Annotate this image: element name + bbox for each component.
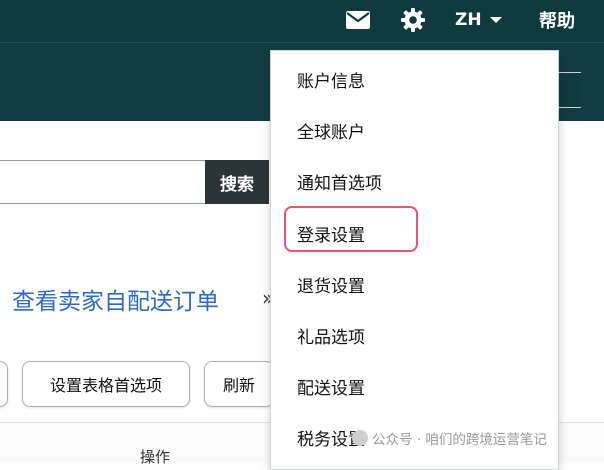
help-link[interactable]: 帮助 xyxy=(532,8,582,32)
menu-item-shipping-settings[interactable]: 配送设置 xyxy=(297,374,365,399)
chevron-down-icon xyxy=(489,17,502,23)
settings-dropdown-menu: 账户信息 全球账户 通知首选项 登录设置 退货设置 礼品选项 配送设置 税务设置 xyxy=(270,50,559,470)
top-nav-bar xyxy=(0,0,604,42)
table-preferences-button[interactable]: 设置表格首选项 xyxy=(22,361,190,407)
column-header-action: 操作 xyxy=(140,448,171,466)
language-label: ZH xyxy=(455,10,482,30)
page-title[interactable]: 查看卖家自配送订单 xyxy=(12,282,219,316)
menu-item-notification-prefs[interactable]: 通知首选项 xyxy=(297,169,382,194)
watermark-text: 公众号 · 咱们的跨境运营笔记 xyxy=(372,432,547,448)
menu-item-account-info[interactable]: 账户信息 xyxy=(297,67,365,92)
menu-item-global-account[interactable]: 全球账户 xyxy=(297,118,365,143)
gear-icon[interactable] xyxy=(399,8,427,32)
menu-item-gift-options[interactable]: 礼品选项 xyxy=(297,323,365,348)
search-button[interactable]: 搜索 xyxy=(205,160,269,204)
language-selector[interactable]: ZH xyxy=(455,8,509,32)
menu-item-return-settings[interactable]: 退货设置 xyxy=(297,272,365,297)
watermark: 公众号 · 咱们的跨境运营笔记 xyxy=(352,428,547,448)
wechat-logo-icon xyxy=(352,430,368,446)
mail-icon[interactable] xyxy=(344,8,372,32)
highlight-box xyxy=(284,206,418,252)
toolbar-button-partial[interactable] xyxy=(0,361,8,407)
header-search-input[interactable] xyxy=(556,72,581,108)
order-search-input[interactable] xyxy=(0,160,205,204)
gear-icon-graphic xyxy=(401,8,425,32)
refresh-button[interactable]: 刷新 xyxy=(204,361,274,407)
mail-icon-graphic xyxy=(346,11,370,29)
